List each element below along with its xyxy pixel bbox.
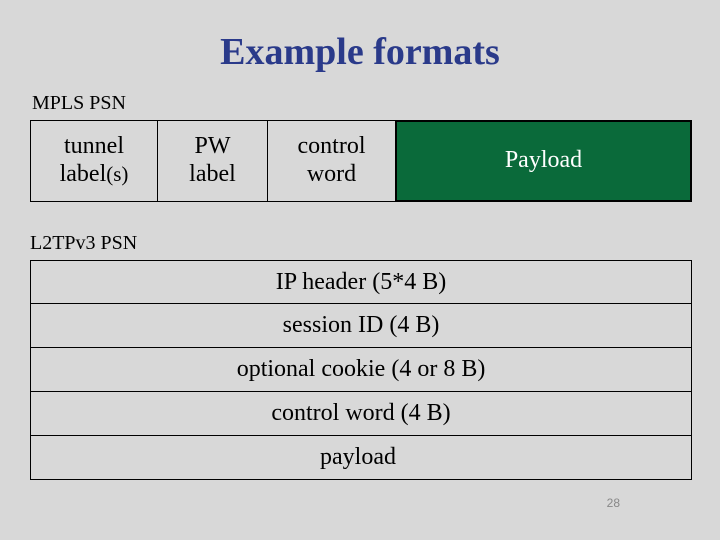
slide-title: Example formats (0, 30, 720, 74)
l2tp-row-annot: (4 B) (389, 312, 439, 339)
mpls-cell-control-word: control word (268, 120, 396, 202)
l2tp-row-annot: (4 or 8 B) (391, 356, 485, 383)
mpls-ctrl-l2: word (307, 161, 356, 187)
l2tp-row-ip-header: IP header (5*4 B) (30, 260, 692, 304)
mpls-pw-l2: label (189, 161, 236, 187)
mpls-cell-pw: PW label (158, 120, 268, 202)
page-number: 28 (607, 496, 620, 510)
section-label-mpls: MPLS PSN (32, 92, 126, 115)
l2tp-row-text: IP header (276, 269, 366, 296)
mpls-tunnel-l2b: (s) (106, 162, 128, 186)
l2tp-row-text: session ID (283, 312, 384, 339)
l2tp-format-stack: IP header (5*4 B) session ID (4 B) optio… (30, 260, 692, 480)
l2tp-row-payload: payload (30, 436, 692, 480)
mpls-cell-tunnel: tunnel label(s) (30, 120, 158, 202)
l2tp-row-annot: (4 B) (401, 400, 451, 427)
mpls-payload-text: Payload (505, 147, 582, 175)
mpls-tunnel-l1: tunnel (64, 133, 124, 159)
l2tp-row-control-word: control word (4 B) (30, 392, 692, 436)
l2tp-row-optional-cookie: optional cookie (4 or 8 B) (30, 348, 692, 392)
l2tp-row-annot: (5*4 B) (372, 269, 446, 296)
l2tp-row-text: payload (320, 444, 396, 471)
l2tp-row-session-id: session ID (4 B) (30, 304, 692, 348)
mpls-format-row: tunnel label(s) PW label control word Pa… (30, 120, 692, 202)
section-label-l2tp: L2TPv3 PSN (30, 232, 137, 255)
mpls-ctrl-l1: control (298, 133, 366, 159)
l2tp-row-text: optional cookie (237, 356, 386, 383)
mpls-cell-payload: Payload (396, 120, 692, 202)
l2tp-row-text: control word (271, 400, 394, 427)
mpls-tunnel-l2a: label (60, 161, 107, 187)
mpls-pw-l1: PW (194, 133, 230, 159)
